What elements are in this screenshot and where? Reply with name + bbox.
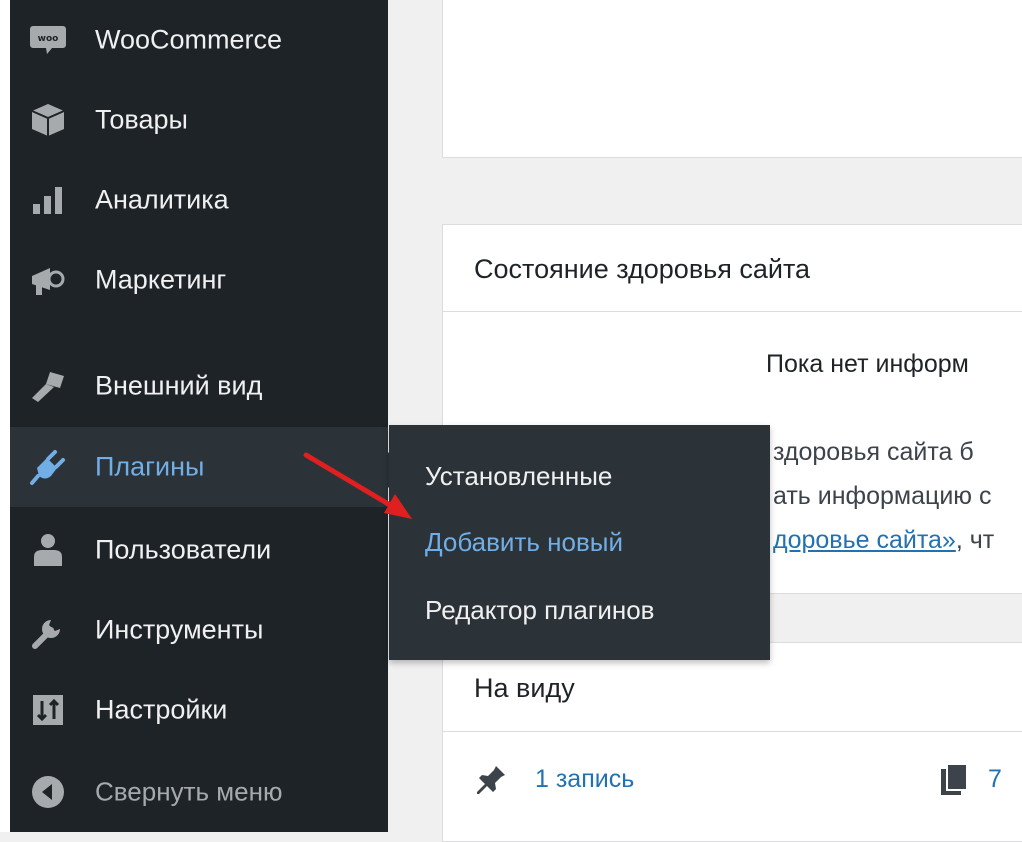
settings-sliders-icon — [28, 690, 68, 730]
page-left-edge — [0, 0, 10, 832]
user-icon — [28, 530, 68, 570]
sidebar-item-label: Свернуть меню — [95, 776, 283, 807]
divider — [443, 311, 1022, 312]
sidebar-item-label: Товары — [95, 104, 188, 135]
pages-icon — [939, 763, 971, 802]
sidebar-item-marketing[interactable]: Маркетинг — [10, 240, 388, 320]
paintbrush-icon — [28, 366, 68, 406]
sidebar-item-products[interactable]: Товары — [10, 80, 388, 160]
plug-icon — [28, 447, 68, 487]
flyout-pointer — [371, 452, 389, 488]
site-health-text-line-2: ать информацию с — [773, 482, 992, 510]
sidebar-item-tools[interactable]: Инструменты — [10, 590, 388, 670]
sidebar-item-label: Инструменты — [95, 614, 264, 645]
at-a-glance-widget: На виду 1 запись 7 — [442, 642, 1022, 842]
sidebar-collapse-menu[interactable]: Свернуть меню — [10, 752, 388, 832]
sidebar-item-woocommerce[interactable]: woo WooCommerce — [10, 0, 388, 80]
sidebar-item-settings[interactable]: Настройки — [10, 670, 388, 750]
posts-count-link[interactable]: 1 запись — [535, 765, 634, 794]
sidebar-item-plugins[interactable]: Плагины — [10, 427, 388, 507]
megaphone-icon — [28, 260, 68, 300]
bar-chart-icon — [28, 180, 68, 220]
divider — [443, 731, 1022, 732]
sidebar-item-label: Настройки — [95, 694, 228, 725]
plugins-submenu: Установленные Добавить новый Редактор пл… — [389, 425, 770, 660]
sidebar-item-label: Маркетинг — [95, 264, 227, 295]
woo-icon: woo — [28, 20, 68, 60]
pin-icon — [474, 763, 508, 802]
site-health-heading: Пока нет информ — [766, 350, 969, 378]
site-health-link[interactable]: доровье сайта» — [773, 526, 956, 554]
box-icon — [28, 100, 68, 140]
submenu-installed-plugins[interactable]: Установленные — [425, 461, 612, 492]
sidebar-item-label: Пользователи — [95, 534, 272, 565]
at-a-glance-title: На виду — [474, 673, 575, 703]
sidebar-item-label: Плагины — [95, 451, 205, 482]
pages-count-link[interactable]: 7 — [988, 765, 1002, 794]
sidebar-item-users[interactable]: Пользователи — [10, 510, 388, 590]
svg-text:woo: woo — [38, 34, 59, 44]
site-health-text-line-3: доровье сайта», чт — [773, 526, 995, 554]
admin-sidebar: woo WooCommerce Товары Аналитика Маркети… — [10, 0, 388, 832]
collapse-arrow-icon — [28, 772, 68, 812]
submenu-plugin-editor[interactable]: Редактор плагинов — [425, 595, 655, 626]
sidebar-item-label: Аналитика — [95, 184, 229, 215]
sidebar-item-label: WooCommerce — [95, 24, 283, 55]
sidebar-item-label: Внешний вид — [95, 370, 263, 401]
wrench-icon — [28, 610, 68, 650]
dashboard-widget-empty — [442, 0, 1022, 158]
sidebar-item-appearance[interactable]: Внешний вид — [10, 346, 388, 426]
sidebar-item-analytics[interactable]: Аналитика — [10, 160, 388, 240]
site-health-text-line-1: здоровья сайта б — [773, 438, 974, 466]
submenu-add-new[interactable]: Добавить новый — [425, 527, 623, 558]
site-health-title: Состояние здоровья сайта — [474, 254, 811, 284]
dashboard-main: Состояние здоровья сайта Пока нет информ… — [388, 0, 1022, 842]
